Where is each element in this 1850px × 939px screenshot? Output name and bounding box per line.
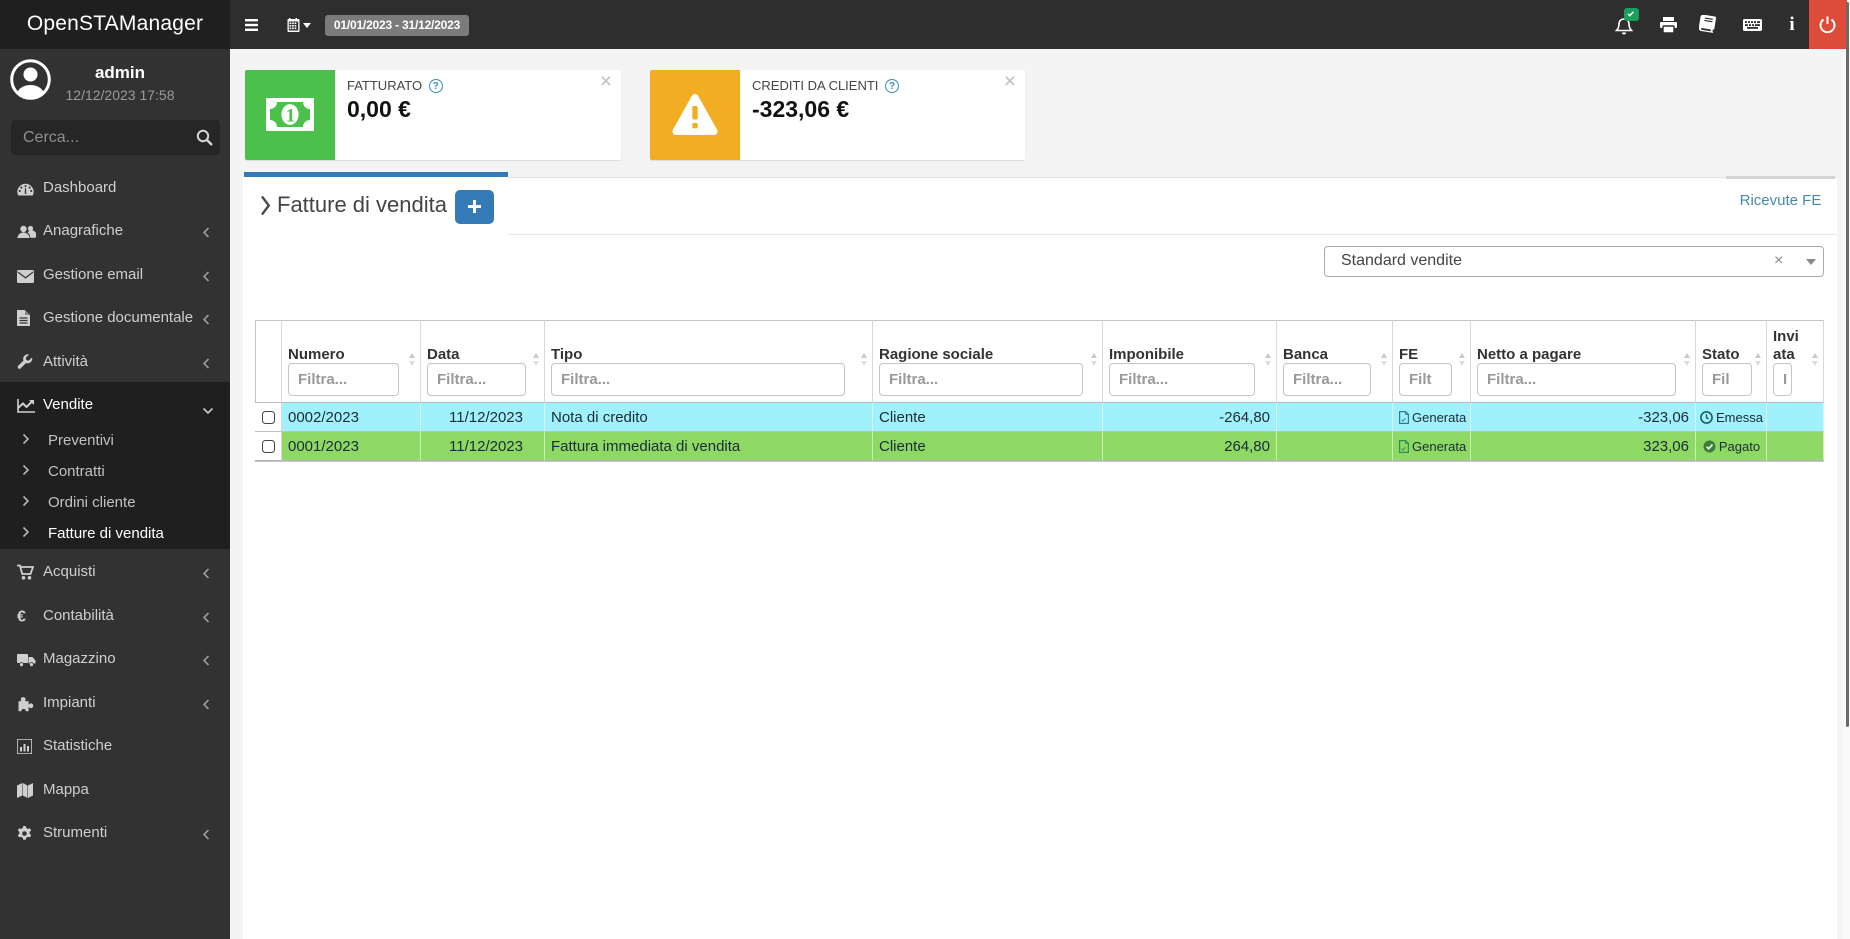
svg-text:€: € xyxy=(17,609,26,625)
svg-text:1: 1 xyxy=(286,106,296,127)
